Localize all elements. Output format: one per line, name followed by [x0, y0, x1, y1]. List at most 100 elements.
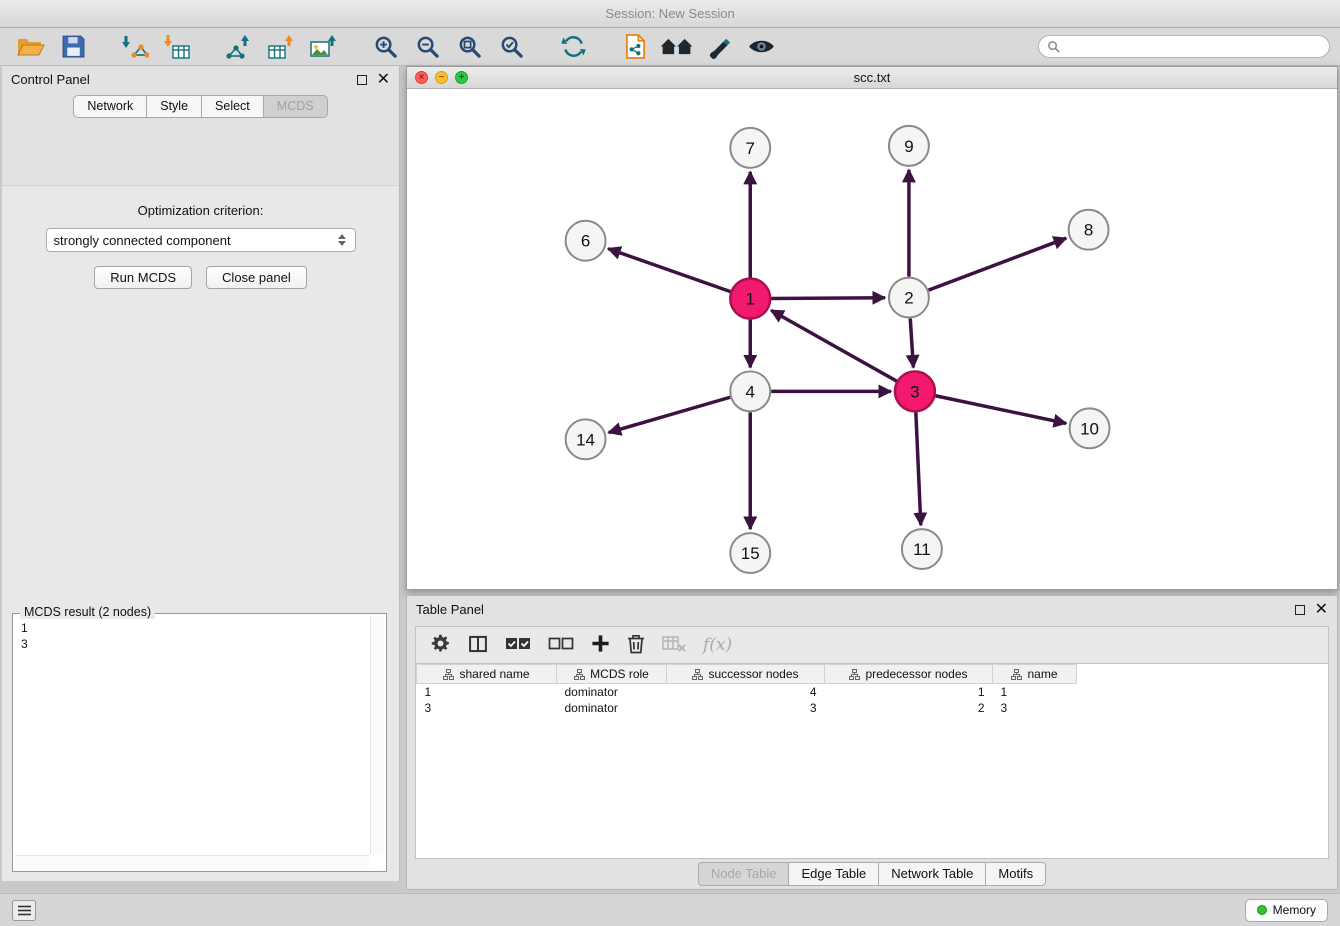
- column-header-shared-name[interactable]: shared name: [417, 665, 557, 684]
- tab-mcds[interactable]: MCDS: [263, 95, 328, 118]
- float-table-panel-icon[interactable]: [1295, 605, 1305, 615]
- result-horizontal-scrollbar[interactable]: [15, 855, 369, 869]
- minimize-window-icon[interactable]: −: [435, 71, 448, 84]
- panel-layout-button[interactable]: [468, 634, 488, 657]
- column-label: predecessor nodes: [865, 667, 967, 681]
- control-panel: Control Panel ✕ NetworkStyleSelectMCDS O…: [2, 66, 400, 881]
- table-row[interactable]: 1dominator411: [417, 684, 1077, 701]
- table-toolbar: f(x): [415, 626, 1329, 664]
- table-cell[interactable]: 1: [993, 684, 1077, 701]
- attribute-type-icon: [692, 669, 703, 680]
- run-mcds-button[interactable]: Run MCDS: [94, 266, 192, 289]
- memory-button-label: Memory: [1273, 903, 1316, 917]
- network-window-titlebar[interactable]: × − + scc.txt: [407, 67, 1337, 89]
- mcds-result-list: 13: [15, 616, 369, 854]
- main-toolbar: [0, 28, 1340, 66]
- zoom-selected-button[interactable]: [490, 31, 532, 63]
- add-row-button[interactable]: [591, 634, 610, 656]
- network-graph: 7968124314101511: [407, 90, 1337, 589]
- table-settings-button[interactable]: [430, 633, 451, 657]
- attribute-type-icon: [574, 669, 585, 680]
- fx-icon: f(x): [703, 635, 732, 655]
- import-network-button[interactable]: [114, 31, 156, 63]
- apply-style-button[interactable]: [698, 31, 740, 63]
- tab-network-table[interactable]: Network Table: [878, 862, 985, 886]
- node-label-4: 4: [746, 382, 755, 401]
- column-label: MCDS role: [590, 667, 649, 681]
- edge-1-6[interactable]: [608, 249, 730, 292]
- tab-network[interactable]: Network: [73, 95, 146, 118]
- table-cell[interactable]: 3: [667, 700, 825, 716]
- criterion-dropdown[interactable]: strongly connected component: [46, 228, 356, 252]
- zoom-fit-button[interactable]: [448, 31, 490, 63]
- table-panel: Table Panel ✕ f(x): [406, 595, 1338, 890]
- save-icon: [61, 34, 86, 59]
- edge-4-14[interactable]: [609, 397, 731, 432]
- delete-row-button[interactable]: [627, 634, 645, 657]
- export-table-button[interactable]: [260, 31, 302, 63]
- export-network-button[interactable]: [218, 31, 260, 63]
- column-header-predecessor-nodes[interactable]: predecessor nodes: [825, 665, 993, 684]
- result-vertical-scrollbar[interactable]: [370, 616, 384, 854]
- control-panel-header: Control Panel ✕: [2, 66, 399, 93]
- task-history-button[interactable]: [12, 900, 36, 921]
- tab-motifs[interactable]: Motifs: [985, 862, 1046, 886]
- tab-node-table[interactable]: Node Table: [698, 862, 789, 886]
- tab-edge-table[interactable]: Edge Table: [788, 862, 878, 886]
- status-bar: Memory: [0, 893, 1340, 926]
- node-label-7: 7: [746, 139, 755, 158]
- edge-3-1[interactable]: [771, 310, 897, 381]
- search-input[interactable]: [1065, 40, 1321, 54]
- table-cell[interactable]: dominator: [557, 684, 667, 701]
- deselect-all-button[interactable]: [548, 635, 574, 655]
- zoom-window-icon[interactable]: +: [455, 71, 468, 84]
- edge-2-3[interactable]: [910, 318, 913, 367]
- table-cell[interactable]: 3: [993, 700, 1077, 716]
- table-cell[interactable]: dominator: [557, 700, 667, 716]
- column-header-name[interactable]: name: [993, 665, 1077, 684]
- memory-button[interactable]: Memory: [1245, 899, 1328, 922]
- table-cell[interactable]: 2: [825, 700, 993, 716]
- result-item[interactable]: 1: [21, 620, 363, 636]
- zoom-out-button[interactable]: [406, 31, 448, 63]
- home-button[interactable]: [656, 31, 698, 63]
- column-header-successor-nodes[interactable]: successor nodes: [667, 665, 825, 684]
- table-cell[interactable]: 1: [417, 684, 557, 701]
- show-hide-button[interactable]: [740, 31, 782, 63]
- window-title: Session: New Session: [605, 6, 734, 21]
- refresh-view-button[interactable]: [552, 31, 594, 63]
- table-cell[interactable]: 4: [667, 684, 825, 701]
- close-window-icon[interactable]: ×: [415, 71, 428, 84]
- table-header-row: shared name MCDS role successor nodes prede…: [417, 665, 1077, 684]
- select-all-button[interactable]: [505, 635, 531, 655]
- tab-style[interactable]: Style: [146, 95, 201, 118]
- column-header-MCDS-role[interactable]: MCDS role: [557, 665, 667, 684]
- delete-table-button[interactable]: [662, 635, 686, 656]
- import-table-button[interactable]: [156, 31, 198, 63]
- function-builder-button[interactable]: f(x): [703, 635, 732, 655]
- table-cell[interactable]: 1: [825, 684, 993, 701]
- open-network-file-button[interactable]: [614, 31, 656, 63]
- search-field[interactable]: [1038, 35, 1330, 58]
- result-item[interactable]: 3: [21, 636, 363, 652]
- window-titlebar: Session: New Session: [0, 0, 1340, 28]
- close-table-panel-icon[interactable]: ✕: [1315, 605, 1328, 615]
- close-panel-icon[interactable]: ✕: [377, 75, 390, 85]
- mcds-result-box: MCDS result (2 nodes) 13: [12, 613, 387, 872]
- edge-3-10[interactable]: [935, 396, 1066, 424]
- zoom-in-button[interactable]: [364, 31, 406, 63]
- edge-1-2[interactable]: [771, 298, 885, 299]
- close-panel-button[interactable]: Close panel: [206, 266, 307, 289]
- float-panel-icon[interactable]: [357, 75, 367, 85]
- network-canvas[interactable]: 7968124314101511: [407, 90, 1337, 589]
- export-network-icon: [225, 34, 253, 60]
- table-cell[interactable]: 3: [417, 700, 557, 716]
- table-row[interactable]: 3dominator323: [417, 700, 1077, 716]
- open-session-button[interactable]: [10, 31, 52, 63]
- edge-2-8[interactable]: [929, 238, 1067, 290]
- export-image-button[interactable]: [302, 31, 344, 63]
- tab-select[interactable]: Select: [201, 95, 263, 118]
- edge-3-11[interactable]: [916, 412, 921, 525]
- network-view-window: × − + scc.txt 7968124314101511: [406, 66, 1338, 590]
- save-session-button[interactable]: [52, 31, 94, 63]
